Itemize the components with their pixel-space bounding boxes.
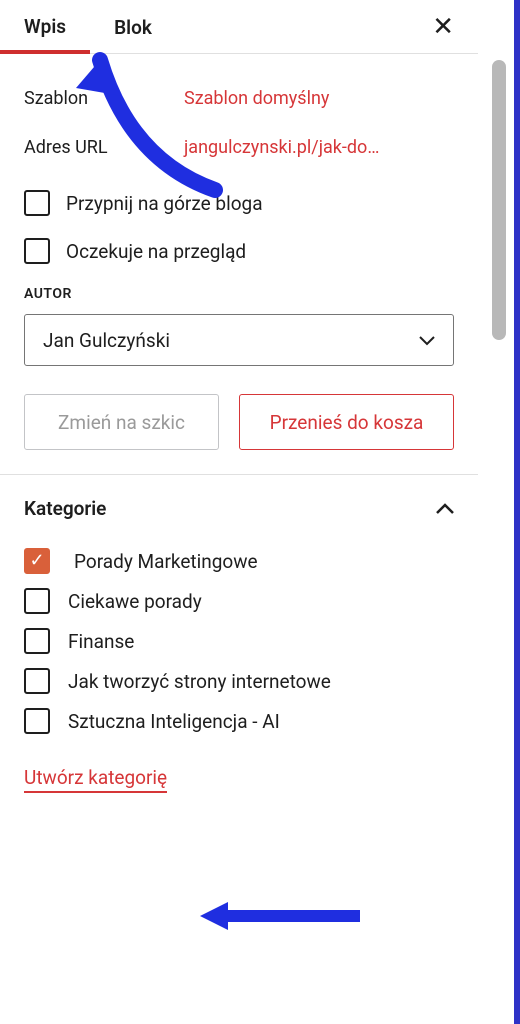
pending-checkbox[interactable] xyxy=(24,238,50,264)
author-value: Jan Gulczyński xyxy=(43,329,170,352)
category-label: Ciekawe porady xyxy=(68,590,202,613)
url-row: Adres URL jangulczynski.pl/jak-do… xyxy=(24,137,454,158)
chevron-down-icon xyxy=(419,331,435,350)
categories-heading: Kategorie xyxy=(24,497,106,520)
category-label: Finanse xyxy=(68,630,134,653)
url-value[interactable]: jangulczynski.pl/jak-do… xyxy=(184,137,379,158)
categories-list: ✓ Porady Marketingowe Ciekawe porady Fin… xyxy=(0,548,478,734)
url-label: Adres URL xyxy=(24,137,184,158)
chevron-up-icon xyxy=(436,497,454,520)
tab-post[interactable]: Wpis xyxy=(0,0,90,54)
category-label: Porady Marketingowe xyxy=(68,550,258,573)
category-row[interactable]: ✓ Porady Marketingowe xyxy=(24,548,454,574)
scrollbar-thumb[interactable] xyxy=(492,60,506,340)
template-row: Szablon Szablon domyślny xyxy=(24,88,454,109)
author-heading: AUTOR xyxy=(24,286,454,302)
close-icon[interactable]: ✕ xyxy=(408,12,478,42)
pending-row[interactable]: Oczekuje na przegląd xyxy=(24,238,454,264)
sticky-row[interactable]: Przypnij na górze bloga xyxy=(24,190,454,216)
category-label: Jak tworzyć strony internetowe xyxy=(68,670,331,693)
category-row[interactable]: Jak tworzyć strony internetowe xyxy=(24,668,454,694)
template-label: Szablon xyxy=(24,88,184,109)
template-value[interactable]: Szablon domyślny xyxy=(184,88,329,109)
category-row[interactable]: Ciekawe porady xyxy=(24,588,454,614)
category-checkbox[interactable] xyxy=(24,708,50,734)
tab-block[interactable]: Blok xyxy=(90,0,176,53)
category-row[interactable]: Finanse xyxy=(24,628,454,654)
tabs: Wpis Blok ✕ xyxy=(0,0,478,54)
category-row[interactable]: Sztuczna Inteligencja - AI xyxy=(24,708,454,734)
switch-to-draft-button[interactable]: Zmień na szkic xyxy=(24,394,219,450)
category-checkbox[interactable]: ✓ xyxy=(24,548,50,574)
category-label: Sztuczna Inteligencja - AI xyxy=(68,710,280,733)
category-checkbox[interactable] xyxy=(24,628,50,654)
category-checkbox[interactable] xyxy=(24,668,50,694)
sticky-checkbox[interactable] xyxy=(24,190,50,216)
author-select[interactable]: Jan Gulczyński xyxy=(24,314,454,366)
check-icon: ✓ xyxy=(29,552,44,570)
move-to-trash-button[interactable]: Przenieś do kosza xyxy=(239,394,454,450)
sticky-label: Przypnij na górze bloga xyxy=(66,192,263,215)
create-category-link[interactable]: Utwórz kategorię xyxy=(24,766,167,793)
categories-accordion[interactable]: Kategorie xyxy=(0,475,478,534)
category-checkbox[interactable] xyxy=(24,588,50,614)
pending-label: Oczekuje na przegląd xyxy=(66,240,246,263)
settings-panel: Wpis Blok ✕ Szablon Szablon domyślny Adr… xyxy=(0,0,478,1024)
